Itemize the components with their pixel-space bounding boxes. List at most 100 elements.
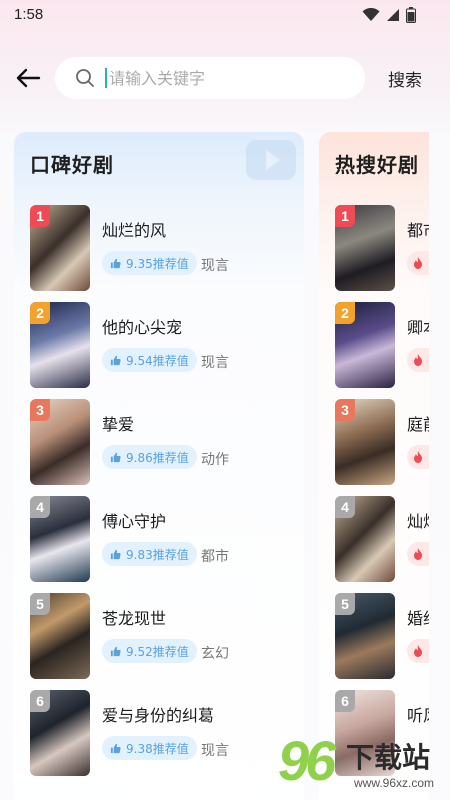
rank-badge: 1: [30, 205, 50, 227]
status-bar: 1:58: [0, 0, 450, 32]
tv-play-icon: [246, 140, 296, 180]
score-badge: 9.38推荐值: [102, 736, 197, 760]
score-value: 9.52推荐值: [126, 644, 189, 659]
search-icon: [76, 69, 94, 87]
wifi-icon: [362, 8, 380, 21]
rank-badge: 2: [30, 302, 50, 324]
item-title: 庭前: [407, 415, 429, 434]
drama-poster: 4: [30, 496, 90, 582]
score-value: 9.86推荐值: [126, 450, 189, 465]
battery-icon: [406, 7, 416, 23]
score-badge: 9.52推荐值: [102, 639, 197, 663]
watermark-text: 下载站: [346, 741, 431, 774]
watermark-logo: 96: [278, 729, 336, 792]
rank-badge: 5: [30, 593, 50, 615]
genre-tag: 都市: [201, 549, 229, 565]
item-title: 都市: [407, 221, 429, 240]
score-badge: 9.54推荐值: [102, 348, 197, 372]
watermark-url: www.96xz.com: [354, 776, 435, 790]
rank-badge: 3: [335, 399, 355, 421]
thumbs-up-icon: [110, 355, 121, 365]
flame-icon: [414, 354, 422, 366]
thumbs-up-icon: [110, 452, 121, 462]
search-box[interactable]: [55, 57, 365, 99]
genre-tag: 现言: [201, 743, 229, 759]
flame-icon: [414, 451, 422, 463]
item-title: 婚约: [407, 609, 429, 628]
score-value: 9.35推荐值: [126, 256, 189, 271]
thumbs-up-icon: [110, 258, 121, 268]
item-title: 卿本: [407, 318, 429, 337]
rank-badge: 3: [30, 399, 50, 421]
genre-tag: 现言: [201, 258, 229, 274]
item-title: 苍龙现世: [102, 609, 167, 628]
score-badge: 9.83推荐值: [102, 542, 197, 566]
item-title: 傅心守护: [102, 512, 167, 531]
drama-poster: 1: [335, 205, 395, 291]
thumbs-up-icon: [110, 743, 121, 753]
top-rated-panel: 口碑好剧 1 灿烂的风 9.35推荐值 现言 2 他的心尖宠 9.54推荐值 现…: [14, 132, 304, 800]
rank-badge: 1: [335, 205, 355, 227]
list-item[interactable]: 4 灿烂: [335, 496, 429, 582]
rank-badge: 5: [335, 593, 355, 615]
item-title: 灿烂: [407, 512, 429, 531]
status-time: 1:58: [14, 6, 44, 23]
thumbs-up-icon: [110, 549, 121, 559]
list-item[interactable]: 5 婚约: [335, 593, 429, 679]
text-cursor: [105, 68, 107, 88]
rank-badge: 2: [335, 302, 355, 324]
rank-badge: 6: [30, 690, 50, 712]
site-watermark: 96 下载站 www.96xz.com: [278, 728, 450, 800]
item-title: 爱与身份的纠葛: [102, 706, 215, 725]
drama-poster: 3: [335, 399, 395, 485]
hot-badge: [407, 639, 429, 663]
panel-title: 热搜好剧: [335, 153, 419, 177]
trending-panel: 热搜好剧 1 都市 2 卿本 3 庭前 4 灿烂: [319, 132, 429, 800]
flame-icon: [414, 645, 422, 657]
score-value: 9.38推荐值: [126, 741, 189, 756]
flame-icon: [414, 548, 422, 560]
hot-badge: [407, 251, 429, 275]
genre-tag: 动作: [201, 452, 229, 468]
genre-tag: 现言: [201, 355, 229, 371]
list-item[interactable]: 6 爱与身份的纠葛 9.38推荐值 现言: [30, 690, 300, 776]
flame-icon: [414, 257, 422, 269]
list-item[interactable]: 3 挚爱 9.86推荐值 动作: [30, 399, 300, 485]
status-icons: [362, 7, 416, 23]
list-item[interactable]: 2 卿本: [335, 302, 429, 388]
item-title: 听风: [407, 706, 429, 725]
thumbs-up-icon: [110, 646, 121, 656]
panel-title: 口碑好剧: [30, 153, 114, 177]
rank-badge: 6: [335, 690, 355, 712]
item-title: 挚爱: [102, 415, 135, 434]
hot-badge: [407, 445, 429, 469]
drama-poster: 6: [30, 690, 90, 776]
score-badge: 9.35推荐值: [102, 251, 197, 275]
drama-poster: 5: [30, 593, 90, 679]
score-value: 9.83推荐值: [126, 547, 189, 562]
list-item[interactable]: 5 苍龙现世 9.52推荐值 玄幻: [30, 593, 300, 679]
hot-badge: [407, 542, 429, 566]
list-item[interactable]: 2 他的心尖宠 9.54推荐值 现言: [30, 302, 300, 388]
drama-poster: 5: [335, 593, 395, 679]
drama-poster: 3: [30, 399, 90, 485]
rank-badge: 4: [30, 496, 50, 518]
drama-poster: 2: [30, 302, 90, 388]
item-title: 他的心尖宠: [102, 318, 183, 337]
rank-badge: 4: [335, 496, 355, 518]
back-button[interactable]: [12, 62, 44, 94]
list-item[interactable]: 1 都市: [335, 205, 429, 291]
list-item[interactable]: 1 灿烂的风 9.35推荐值 现言: [30, 205, 300, 291]
signal-icon: [387, 9, 399, 21]
list-item[interactable]: 4 傅心守护 9.83推荐值 都市: [30, 496, 300, 582]
drama-poster: 4: [335, 496, 395, 582]
search-input[interactable]: [109, 68, 329, 88]
genre-tag: 玄幻: [201, 646, 229, 662]
arrow-left-icon: [16, 68, 41, 88]
score-value: 9.54推荐值: [126, 353, 189, 368]
list-item[interactable]: 3 庭前: [335, 399, 429, 485]
drama-poster: 2: [335, 302, 395, 388]
item-title: 灿烂的风: [102, 221, 167, 240]
search-button[interactable]: 搜索: [388, 66, 422, 91]
drama-poster: 1: [30, 205, 90, 291]
